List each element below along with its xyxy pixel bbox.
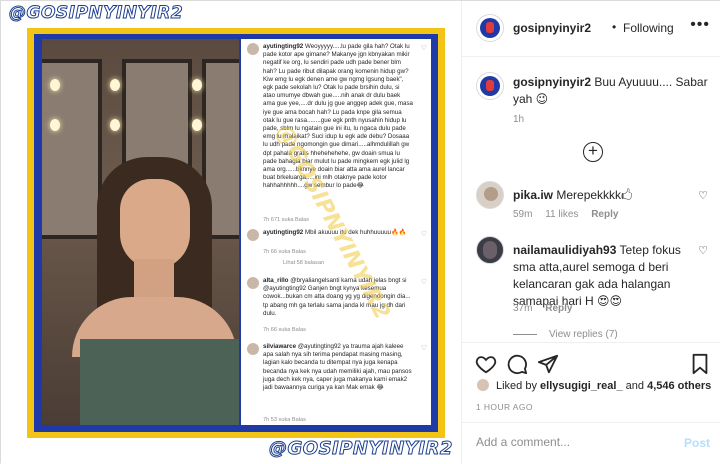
screenshot-comment-user: ayutingting92 (263, 229, 304, 236)
instagram-post-window: @GOSIPNYINYIR2 ayutingting92 Weoyyyyy...… (0, 0, 720, 464)
caption-username[interactable]: gosipnyinyir2 (513, 75, 591, 89)
plus-circle-icon[interactable]: + (583, 142, 603, 162)
screenshot-comment: silviawarce @ayutingting92 ya trauma aja… (247, 343, 429, 423)
lamp-bulb (110, 119, 120, 131)
dress (80, 339, 239, 425)
likes-joiner: and (625, 380, 645, 392)
screenshot-comment-user: ayutingting92 (263, 43, 304, 50)
caption-time: 1h (513, 114, 525, 125)
screenshot-comment-text: Mbil akuuuu itu dek huhhuuuuu🔥🔥 (304, 229, 407, 236)
likes-summary: Liked by ellysugigi_real_ and 4,546 othe… (496, 380, 711, 392)
following-button[interactable]: Following (623, 21, 674, 35)
likes-prefix: Liked by (496, 380, 537, 392)
screenshot-comment-meta: 7h 66 suka Balas (263, 249, 306, 255)
screenshot-comment-meta: 7h 53 suka Balas (263, 417, 306, 423)
heart-icon[interactable]: ♡ (698, 244, 708, 257)
watermark-bottom: @GOSIPNYINYIR2 (269, 438, 453, 460)
comment-text: Merepekkkk🖒 (556, 188, 633, 202)
action-bar (462, 342, 720, 382)
reply-button[interactable]: Reply (591, 209, 618, 220)
heart-icon: ♡ (420, 231, 427, 238)
comment-username[interactable]: nailamaulidiyah93 (513, 243, 616, 257)
comment-icon[interactable] (506, 353, 528, 375)
post-button[interactable]: Post (684, 436, 710, 450)
screenshot-view-replies: Lihat 58 balasan (283, 260, 325, 266)
heart-icon: ♡ (420, 345, 427, 352)
screenshot-comment-meta: 7h 66 suka Balas (263, 327, 306, 333)
heart-icon[interactable] (475, 353, 497, 375)
comment-likes[interactable]: 11 likes (545, 209, 578, 220)
bookmark-icon[interactable] (689, 353, 711, 375)
comment-time: 59m (513, 209, 533, 220)
comment-username[interactable]: pika.iw (513, 188, 553, 202)
screenshot-comment-meta: 7h 671 suka Balas (263, 217, 310, 223)
lamp-bulb (192, 79, 202, 91)
post-details-panel: gosipnyinyir2 • Following ••• gosipnyiny… (461, 1, 720, 464)
comment-time: 37m (513, 303, 533, 314)
avatar[interactable] (476, 181, 504, 209)
send-icon[interactable] (537, 353, 559, 375)
avatar[interactable] (476, 72, 504, 100)
profile-logo-icon (480, 76, 500, 96)
comment-meta: 59m 11 likes Reply (513, 209, 628, 220)
header-username[interactable]: gosipnyinyir2 (513, 21, 591, 35)
avatar (247, 229, 259, 241)
lamp-bulb (110, 79, 120, 91)
avatar (247, 43, 259, 55)
heart-icon: ♡ (420, 279, 427, 286)
profile-logo-icon (480, 18, 500, 38)
reply-button[interactable]: Reply (545, 303, 572, 314)
screenshot-comment-text: Weoyyyyy.....lu pade gila hah? Otak lu p… (263, 43, 413, 190)
screenshot-comment-user: alta_rillo (263, 277, 289, 284)
avatar[interactable] (476, 378, 490, 392)
likes-others[interactable]: 4,546 others (647, 380, 711, 392)
lamp-bulb (192, 119, 202, 131)
separator-dot: • (612, 20, 617, 34)
view-replies-button[interactable]: View replies (7) (513, 329, 618, 340)
lamp-bulb (50, 119, 60, 131)
heart-icon: ♡ (420, 45, 427, 52)
add-comment-input[interactable] (476, 435, 676, 449)
avatar[interactable] (476, 236, 504, 264)
avatar (247, 343, 259, 355)
avatar (247, 277, 259, 289)
avatar[interactable] (476, 14, 504, 42)
more-horizontal-icon[interactable]: ••• (690, 16, 710, 34)
screenshot-comment-user: silviawarce (263, 343, 297, 350)
post-header: gosipnyinyir2 • Following ••• (462, 1, 720, 57)
face (120, 179, 190, 269)
comment-meta: 37m Reply (513, 303, 582, 314)
lamp-bulb (50, 79, 60, 91)
post-image[interactable]: @GOSIPNYINYIR2 ayutingting92 Weoyyyyy...… (1, 1, 461, 464)
heart-icon[interactable]: ♡ (698, 189, 708, 202)
add-comment-bar: Post (462, 422, 720, 464)
portrait-photo (42, 39, 239, 425)
likes-user[interactable]: ellysugigi_real_ (540, 380, 623, 392)
screenshot-comment-text: @ayutingting92 ya trauma ajah kaleee apa… (263, 343, 412, 392)
screenshot-comment: alta_rillo @bryaliangelsanti karna udah … (247, 277, 429, 337)
watermark-top: @GOSIPNYINYIR2 (8, 3, 184, 24)
post-timestamp[interactable]: 1 HOUR AGO (476, 402, 533, 412)
